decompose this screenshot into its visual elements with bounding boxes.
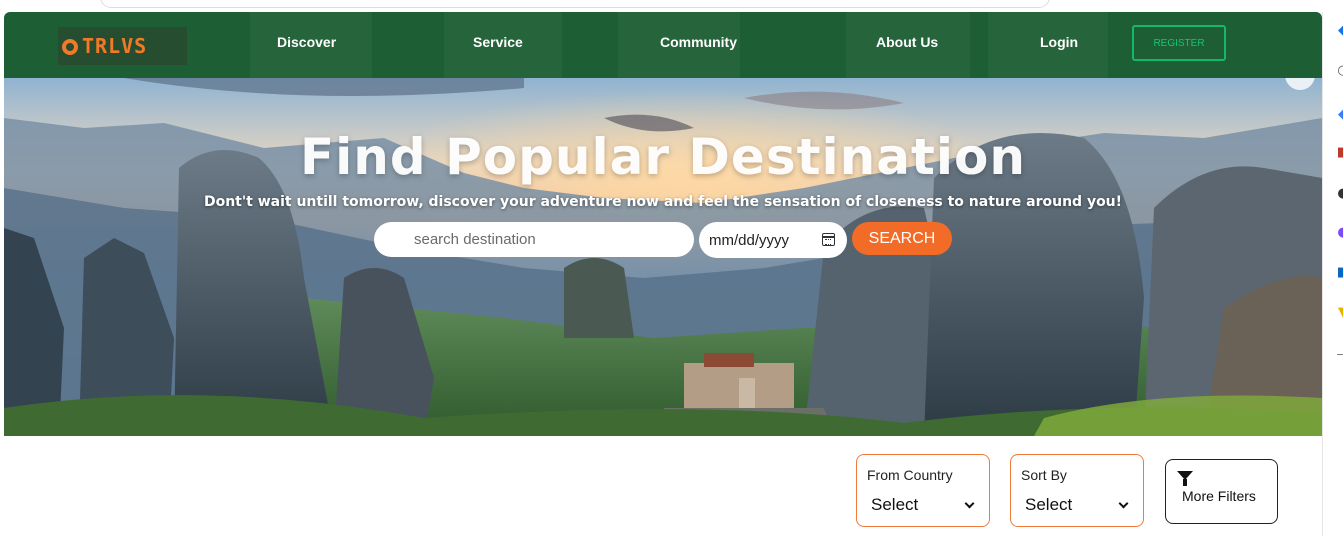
top-navbar: TRLVS Discover Service Community About U… (4, 12, 1322, 78)
divider-icon: — (1336, 348, 1343, 362)
logo-ring-icon (62, 39, 78, 55)
games-icon[interactable]: ● (1336, 226, 1343, 240)
hero-title: Find Popular Destination (300, 128, 1026, 186)
copilot-icon[interactable]: ◆ (1336, 24, 1343, 38)
drop-icon[interactable]: ▼ (1336, 306, 1343, 320)
shopping-icon[interactable]: ■ (1336, 146, 1343, 160)
date-input[interactable]: mm/dd/yyyy (699, 222, 847, 258)
from-country-filter[interactable]: From Country Select (856, 454, 990, 527)
brand-logo[interactable]: TRLVS (58, 27, 187, 65)
hero-subtitle: Dont't wait untill tomorrow, discover yo… (203, 194, 1123, 210)
date-input-text: mm/dd/yyyy (709, 231, 790, 249)
browser-url-bar[interactable] (100, 0, 1050, 8)
search-icon[interactable]: ○ (1336, 64, 1343, 78)
from-country-label: From Country (867, 467, 953, 483)
search-button[interactable]: SEARCH (852, 222, 952, 255)
more-filters-button[interactable]: More Filters (1165, 459, 1278, 524)
hero-banner: Find Popular Destination Dont't wait unt… (4, 78, 1322, 436)
register-button[interactable]: REGISTER (1132, 25, 1226, 61)
sort-by-filter[interactable]: Sort By Select (1010, 454, 1144, 527)
page: TRLVS Discover Service Community About U… (4, 12, 1322, 536)
browser-side-panel: ◆ ○ ◆ ■ ● ● ■ ▼ — (1322, 12, 1343, 536)
from-country-select[interactable]: Select (871, 495, 918, 515)
person-icon[interactable]: ● (1336, 187, 1343, 201)
nav-link-community[interactable]: Community (660, 34, 737, 50)
nav-link-about-us[interactable]: About Us (876, 34, 938, 50)
sort-by-label: Sort By (1021, 467, 1067, 483)
filter-funnel-icon (1177, 471, 1193, 486)
sort-by-select[interactable]: Select (1025, 495, 1072, 515)
nav-link-discover[interactable]: Discover (277, 34, 336, 50)
chevron-down-icon (1118, 498, 1129, 509)
calendar-icon[interactable] (822, 233, 835, 246)
nav-link-service[interactable]: Service (473, 34, 523, 50)
nav-link-login[interactable]: Login (1040, 34, 1078, 50)
diamond-icon[interactable]: ◆ (1336, 108, 1343, 122)
outlook-icon[interactable]: ■ (1336, 266, 1343, 280)
browser-top-strip (0, 0, 1343, 12)
chevron-down-icon (964, 498, 975, 509)
search-destination-input[interactable] (374, 222, 694, 257)
more-filters-label: More Filters (1182, 488, 1256, 504)
logo-text: TRLVS (82, 34, 148, 58)
